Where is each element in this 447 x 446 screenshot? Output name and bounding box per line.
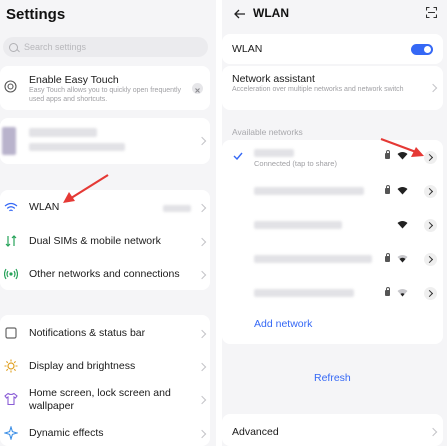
chevron-right-icon — [197, 395, 207, 405]
network-item-connected[interactable]: Connected (tap to share) — [222, 140, 443, 174]
easy-touch-icon — [4, 80, 17, 93]
other-networks-label: Other networks and connections — [29, 268, 180, 280]
available-networks-header: Available networks — [232, 127, 303, 137]
effects-icon — [4, 426, 18, 440]
sidebar-item-home-screen[interactable]: Home screen, lock screen and wallpaper — [0, 386, 210, 414]
sidebar-item-other-networks[interactable]: Other networks and connections — [0, 266, 210, 284]
lock-icon — [385, 150, 390, 159]
easy-touch-title: Enable Easy Touch — [29, 74, 119, 86]
wlan-label: WLAN — [29, 201, 60, 213]
wifi-icon — [4, 202, 18, 212]
check-icon — [233, 152, 243, 160]
close-icon — [195, 88, 200, 93]
back-button[interactable] — [234, 7, 246, 22]
display-label: Display and brightness — [29, 360, 136, 372]
network-item[interactable] — [222, 276, 443, 310]
lock-icon — [385, 287, 390, 296]
chevron-right-icon — [197, 136, 207, 146]
easy-touch-description: Easy Touch allows you to quickly open fr… — [29, 87, 182, 103]
network-item[interactable] — [222, 242, 443, 276]
dynamic-effects-label: Dynamic effects — [29, 427, 104, 439]
avatar — [2, 127, 16, 155]
network-assistant-card[interactable]: Network assistant Acceleration over mult… — [222, 66, 443, 110]
dual-sim-icon — [5, 235, 17, 247]
network-name-blurred — [254, 187, 364, 195]
advanced-card[interactable]: Advanced — [222, 414, 443, 446]
network-assistant-description: Acceleration over multiple networks and … — [232, 86, 404, 93]
connected-ssid-blurred — [163, 205, 191, 212]
dual-sims-label: Dual SIMs & mobile network — [29, 235, 161, 247]
wlan-toggle-label: WLAN — [232, 43, 263, 55]
dismiss-button[interactable] — [192, 83, 203, 94]
search-input[interactable]: Search settings — [3, 37, 208, 57]
sidebar-item-wlan[interactable]: WLAN — [0, 199, 210, 217]
network-name-blurred — [254, 221, 342, 229]
sidebar-item-dynamic-effects[interactable]: Dynamic effects — [0, 425, 210, 443]
notifications-icon — [5, 327, 17, 339]
wifi-signal-icon — [397, 255, 408, 263]
chevron-right-icon — [197, 362, 207, 372]
chevron-right-icon — [197, 237, 207, 247]
search-icon — [9, 42, 18, 52]
advanced-label: Advanced — [232, 426, 279, 438]
wlan-toggle-card: WLAN — [222, 34, 443, 64]
account-card[interactable] — [0, 118, 210, 164]
account-name-blurred — [29, 128, 97, 137]
network-item[interactable] — [222, 174, 443, 208]
brightness-icon — [4, 359, 18, 373]
network-name-blurred — [254, 289, 354, 297]
network-details-button[interactable] — [424, 185, 437, 198]
scan-qr-icon[interactable] — [426, 7, 437, 18]
chevron-right-icon — [428, 427, 438, 437]
back-arrow-icon — [234, 9, 245, 19]
network-item[interactable] — [222, 208, 443, 242]
wifi-signal-icon — [397, 221, 408, 229]
sidebar-item-display[interactable]: Display and brightness — [0, 358, 210, 376]
easy-touch-card[interactable]: Enable Easy Touch Easy Touch allows you … — [0, 66, 210, 110]
network-name-blurred — [254, 149, 294, 157]
notifications-label: Notifications & status bar — [29, 327, 146, 339]
network-details-button[interactable] — [424, 151, 437, 164]
connections-icon — [4, 268, 18, 280]
connected-status: Connected (tap to share) — [254, 159, 337, 168]
page-title: Settings — [6, 6, 66, 23]
network-details-button[interactable] — [424, 219, 437, 232]
network-details-button[interactable] — [424, 253, 437, 266]
refresh-button[interactable]: Refresh — [314, 372, 351, 384]
chevron-right-icon — [197, 270, 207, 280]
page-title: WLAN — [253, 6, 289, 20]
chevron-right-icon — [197, 329, 207, 339]
sidebar-item-notifications[interactable]: Notifications & status bar — [0, 325, 210, 343]
account-detail-blurred — [29, 143, 125, 151]
networks-list: Connected (tap to share) Add network — [222, 140, 443, 344]
wifi-signal-icon — [397, 289, 408, 297]
network-name-blurred — [254, 255, 372, 263]
lock-icon — [385, 253, 390, 262]
shirt-icon — [4, 392, 18, 406]
sidebar-item-dual-sims[interactable]: Dual SIMs & mobile network — [0, 233, 210, 251]
wlan-toggle[interactable] — [411, 44, 433, 55]
chevron-right-icon — [197, 203, 207, 213]
network-details-button[interactable] — [424, 287, 437, 300]
wifi-signal-icon — [397, 187, 408, 195]
lock-icon — [385, 185, 390, 194]
search-placeholder: Search settings — [24, 42, 87, 52]
wifi-signal-icon — [397, 152, 408, 160]
chevron-right-icon — [197, 429, 207, 439]
wlan-panel: WLAN WLAN Network assistant Acceleration… — [222, 0, 447, 446]
home-screen-label: Home screen, lock screen and wallpaper — [29, 387, 171, 412]
settings-panel: Settings Search settings Enable Easy Tou… — [0, 0, 216, 446]
add-network-button[interactable]: Add network — [254, 318, 312, 330]
network-assistant-title: Network assistant — [232, 73, 315, 85]
chevron-right-icon — [428, 83, 438, 93]
